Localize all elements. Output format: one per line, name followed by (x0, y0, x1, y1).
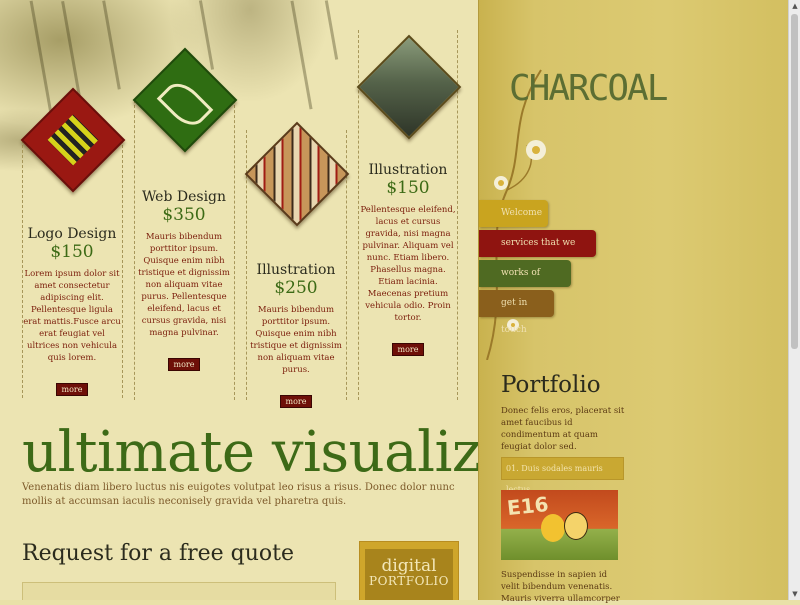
service-illustration: Illustration $250 Mauris bibendum portti… (246, 262, 346, 408)
more-button[interactable]: more (279, 395, 313, 408)
service-price: $150 (386, 178, 430, 198)
main-content: Logo Design $150 Lorem ipsum dolor sit a… (0, 0, 478, 600)
sidebar: CHARCOAL Welcome services that we provid… (478, 0, 789, 604)
scrollbar[interactable]: ▲ ▼ (788, 0, 800, 600)
service-title: Web Design (141, 189, 227, 205)
hero-title: ultimate visualization (22, 420, 478, 485)
nav-item-services[interactable]: services that we provide (479, 230, 596, 275)
service-description: Pellentesque eleifend, lacus et cursus g… (360, 205, 456, 323)
service-description: Lorem ipsum dolor sit amet consectetur a… (23, 269, 121, 363)
service-title: Logo Design (27, 226, 117, 242)
more-button[interactable]: more (167, 358, 201, 371)
portfolio-image-text: E16 (505, 491, 550, 521)
portfolio-description: Donec felis eros, placerat sit amet fauc… (501, 406, 625, 452)
digital-portfolio-inner: digital PORTFOLIO (365, 549, 453, 600)
more-button[interactable]: more (55, 383, 89, 396)
service-description: Mauris bibendum porttitor ipsum. Quisque… (250, 305, 342, 375)
portfolio-item-label[interactable]: 01. Duis sodales mauris lectus (501, 457, 624, 494)
nav-item-contact[interactable]: get in touch (479, 290, 554, 335)
digital-portfolio-card[interactable]: digital PORTFOLIO (359, 541, 459, 600)
charcoal-logo[interactable]: CHARCOAL (509, 68, 668, 109)
portfolio-title: Portfolio (501, 372, 601, 398)
nav-item-welcome[interactable]: Welcome (479, 200, 548, 227)
hero-subtitle: Venenatis diam libero luctus nis euigote… (22, 482, 455, 507)
digital-portfolio-line2: PORTFOLIO (369, 574, 449, 588)
quote-title: Request for a free quote (22, 541, 295, 566)
service-title: Illustration (368, 162, 448, 178)
digital-portfolio-line1: digital (381, 556, 437, 576)
service-description: Mauris bibendum porttitor ipsum. Quisque… (138, 232, 230, 338)
service-price: $250 (274, 278, 318, 298)
scroll-up-icon[interactable]: ▲ (790, 0, 800, 12)
service-price: $350 (162, 205, 206, 225)
service-price: $150 (50, 242, 94, 262)
service-title: Illustration (256, 262, 336, 278)
service-web-design: Web Design $350 Mauris bibendum porttito… (134, 189, 234, 371)
nav-item-works[interactable]: works of charcoal (479, 260, 571, 305)
scroll-thumb[interactable] (791, 14, 798, 349)
more-button[interactable]: more (391, 343, 425, 356)
scroll-down-icon[interactable]: ▼ (790, 588, 800, 600)
portfolio-thumbnail[interactable]: E16 (501, 490, 618, 560)
quote-form[interactable] (22, 582, 336, 600)
service-logo-design: Logo Design $150 Lorem ipsum dolor sit a… (22, 226, 122, 396)
service-illustration-2: Illustration $150 Pellentesque eleifend,… (358, 162, 458, 356)
